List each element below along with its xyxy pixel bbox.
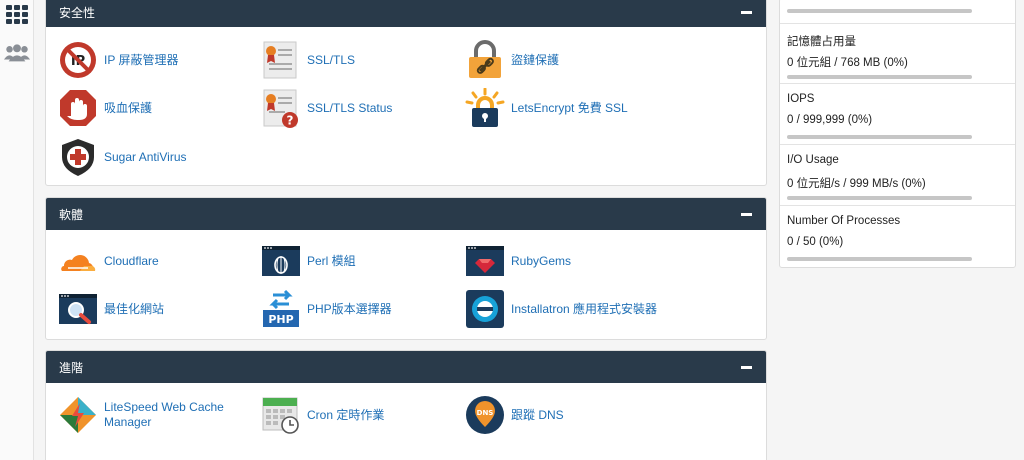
letsencrypt-lock-icon (465, 87, 505, 128)
ssl-certificate-icon (261, 40, 301, 80)
track-dns-label: 跟蹤 DNS (511, 407, 564, 422)
leech-protection-label: 吸血保護 (104, 100, 153, 115)
stat-value: 0 位元組/s / 999 MB/s (0%) (787, 178, 926, 190)
stat-title: IOPS (787, 93, 815, 105)
installatron-icon (465, 289, 505, 329)
letsencrypt-label: LetsEncrypt 免費 SSL (511, 100, 628, 115)
stat-value: 0 / 50 (0%) (787, 236, 844, 248)
collapse-icon[interactable] (741, 213, 752, 216)
ssl-tls-link[interactable]: SSL/TLS (261, 40, 355, 80)
ip-blocker-label: IP 屏蔽管理器 (104, 52, 179, 67)
usage-bar (787, 9, 972, 13)
stat-value: 0 / 999,999 (0%) (787, 114, 873, 126)
grid-icon[interactable] (3, 1, 31, 29)
rubygems-link[interactable]: RubyGems (465, 241, 571, 281)
usage-bar (787, 135, 972, 139)
rubygems-label: RubyGems (511, 253, 572, 268)
stat-io-usage: I/O Usage 0 位元組/s / 999 MB/s (0%) (780, 144, 1015, 205)
sugar-antivirus-link[interactable]: Sugar AntiVirus (58, 137, 187, 177)
stats-panel: 記憶體占用量 0 位元組 / 768 MB (0%) IOPS 0 / 999,… (779, 0, 1016, 268)
sugar-antivirus-label: Sugar AntiVirus (104, 149, 187, 164)
installatron-label: Installatron 應用程式安裝器 (511, 301, 658, 316)
software-panel-header[interactable]: 軟體 (46, 198, 766, 230)
svg-text:?: ? (287, 114, 294, 128)
advanced-panel-title: 進階 (59, 360, 84, 375)
left-sidebar (0, 0, 34, 460)
installatron-link[interactable]: Installatron 應用程式安裝器 (465, 289, 657, 329)
stop-hand-icon (58, 88, 98, 128)
ssl-status-icon: ? (261, 88, 301, 128)
collapse-icon[interactable] (741, 366, 752, 369)
stat-iops: IOPS 0 / 999,999 (0%) (780, 83, 1015, 144)
usage-bar (787, 257, 972, 261)
stat-title: 記憶體占用量 (787, 36, 856, 48)
optimize-website-link[interactable]: 最佳化網站 (58, 289, 164, 329)
php-selector-link[interactable]: PHP PHP版本選擇器 (261, 289, 392, 329)
ip-blocker-link[interactable]: IP IP 屏蔽管理器 (58, 40, 178, 80)
security-panel-title: 安全性 (59, 5, 96, 20)
cloudflare-label: Cloudflare (104, 253, 159, 268)
cron-jobs-link[interactable]: Cron 定時作業 (261, 395, 384, 435)
svg-text:DNS: DNS (477, 409, 494, 417)
optimize-website-label: 最佳化網站 (104, 301, 165, 316)
cloudflare-icon (58, 241, 98, 281)
software-panel-title: 軟體 (59, 207, 84, 222)
litespeed-icon (58, 395, 98, 435)
users-icon[interactable] (3, 39, 31, 67)
optimize-website-icon (58, 289, 98, 329)
collapse-icon[interactable] (741, 11, 752, 14)
stat-processes: Number Of Processes 0 / 50 (0%) (780, 205, 1015, 266)
stat-title: I/O Usage (787, 154, 839, 166)
advanced-panel: 進階 LiteSpeed Web Cache Manager Cron 定時作業… (45, 350, 767, 460)
stat-title: Number Of Processes (787, 215, 901, 227)
advanced-panel-header[interactable]: 進階 (46, 351, 766, 383)
stat-value: 0 位元組 / 768 MB (0%) (787, 57, 908, 69)
php-selector-icon: PHP (261, 289, 301, 329)
litespeed-label: LiteSpeed Web Cache Manager (104, 400, 224, 429)
rubygems-icon (465, 241, 505, 281)
litespeed-link[interactable]: LiteSpeed Web Cache Manager (58, 395, 234, 435)
php-selector-label: PHP版本選擇器 (307, 301, 392, 316)
perl-modules-link[interactable]: Perl 模組 (261, 241, 356, 281)
ip-blocker-icon: IP (58, 40, 98, 80)
usage-bar (787, 196, 972, 200)
letsencrypt-link[interactable]: LetsEncrypt 免費 SSL (465, 87, 628, 128)
usage-bar (787, 75, 972, 79)
cron-jobs-label: Cron 定時作業 (307, 407, 385, 422)
antivirus-shield-icon (58, 137, 98, 177)
stat-memory: 記憶體占用量 0 位元組 / 768 MB (0%) (780, 23, 1015, 84)
dns-pin-icon: DNS (465, 395, 505, 435)
hotlink-protection-label: 盜鏈保護 (511, 52, 560, 67)
svg-text:PHP: PHP (268, 313, 293, 326)
software-panel: 軟體 Cloudflare Perl 模組 RubyGems 最佳化網站 PHP… (45, 197, 767, 340)
cloudflare-link[interactable]: Cloudflare (58, 241, 159, 281)
ssl-tls-status-link[interactable]: ? SSL/TLS Status (261, 88, 392, 128)
security-panel-header[interactable]: 安全性 (46, 0, 766, 27)
leech-protection-link[interactable]: 吸血保護 (58, 88, 152, 128)
security-panel: 安全性 IP IP 屏蔽管理器 SSL/TLS 盜鏈保護 吸血保護 ? SSL/… (45, 0, 767, 186)
hotlink-protection-link[interactable]: 盜鏈保護 (465, 40, 559, 80)
cron-calendar-icon (261, 395, 301, 435)
track-dns-link[interactable]: DNS 跟蹤 DNS (465, 395, 564, 435)
perl-onion-icon (261, 241, 301, 281)
perl-modules-label: Perl 模組 (307, 253, 356, 268)
ssl-tls-status-label: SSL/TLS Status (307, 100, 393, 115)
padlock-link-icon (465, 40, 505, 80)
ssl-tls-label: SSL/TLS (307, 52, 356, 67)
